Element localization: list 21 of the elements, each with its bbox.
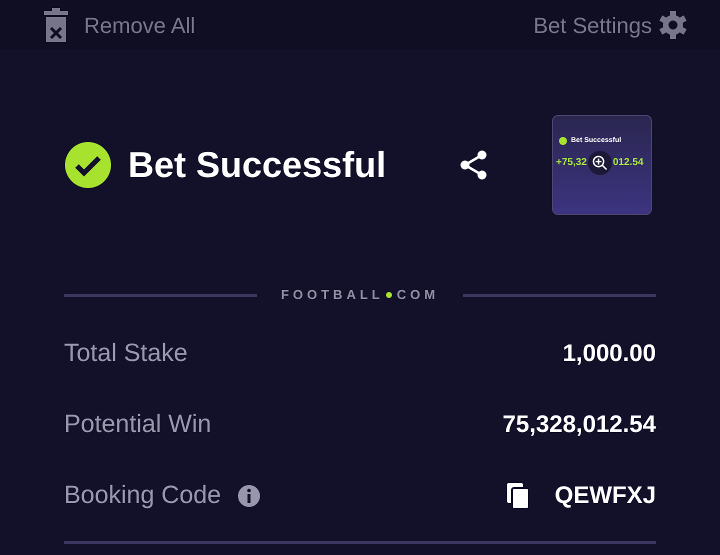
detail-value: 1,000.00 [562, 338, 656, 368]
brand-logo: COM [396, 286, 440, 304]
zoom-button[interactable] [588, 150, 612, 174]
detail-label: Booking Code [64, 480, 222, 511]
detail-label: Total Stake [64, 338, 188, 369]
dot-icon [386, 292, 392, 298]
trash-icon [42, 8, 70, 42]
zoom-icon [592, 154, 608, 170]
settings-icon [658, 10, 688, 40]
info-icon[interactable] [237, 484, 262, 508]
thumbnail-amount: 012.54 [612, 156, 644, 170]
result-title: Bet Successful [128, 143, 386, 187]
bet-settings-button[interactable]: Bet Settings [533, 8, 688, 42]
share-icon[interactable] [460, 150, 488, 180]
brand-logo: FOOTBALL [280, 286, 384, 304]
detail-value: 75,328,012.54 [502, 410, 656, 440]
thumbnail-amount: +75,32 [556, 156, 587, 170]
detail-label: Potential Win [64, 408, 212, 440]
copy-icon[interactable] [506, 482, 529, 508]
detail-value: QEWFXJ [554, 480, 656, 510]
remove-all-button[interactable]: Remove All [42, 8, 196, 42]
